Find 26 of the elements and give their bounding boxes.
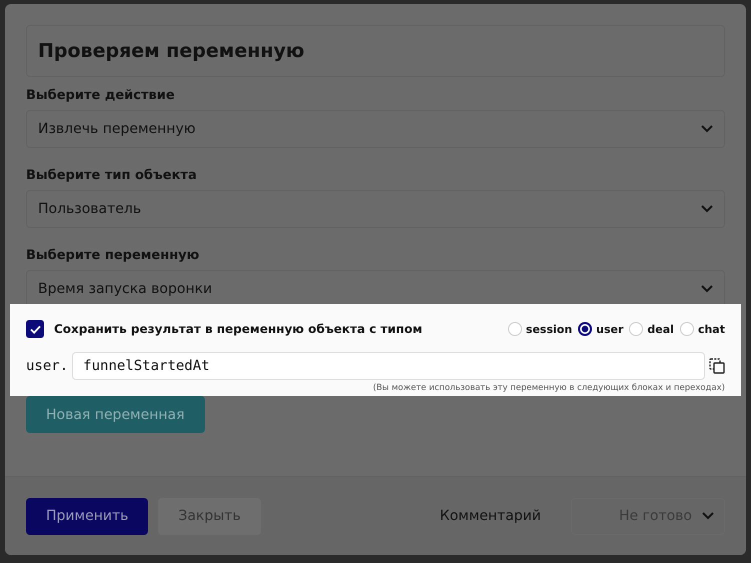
radio-button[interactable] [578,322,592,336]
chevron-down-icon [701,285,713,293]
chevron-down-icon [702,512,714,520]
hint-text: (Вы можете использовать эту переменную в следующих блоках и переходах) [372,383,725,393]
chevron-down-icon [701,125,713,133]
field-label: Выберите действие [26,88,176,103]
chevron-down-icon [701,205,713,213]
field-label: Выберите переменную [26,248,200,263]
checkbox-label: Сохранить результат в переменную объекта с типом [54,322,424,336]
new-variable-button[interactable]: Новая переменная [26,396,205,433]
field-label: Выберите тип объекта [26,168,198,183]
copy-icon[interactable] [709,358,725,374]
comment-label: Комментарий [440,508,541,524]
dropdown[interactable]: Пользователь [26,190,725,228]
variable-prefix: user. [26,358,68,374]
dropdown[interactable]: Извлечь переменную [26,110,725,148]
close-button[interactable]: Закрыть [158,498,261,534]
radio-label: user [596,322,624,336]
title-field[interactable]: Проверяем переменную [26,25,725,77]
radio-label: chat [698,322,725,336]
apply-button[interactable]: Применить [26,498,148,534]
checkmark-icon [30,324,40,334]
radio-label: session [526,322,572,336]
checkbox[interactable] [26,320,44,338]
radio-label: deal [647,322,674,336]
input-field[interactable]: funnelStartedAt [72,352,705,380]
